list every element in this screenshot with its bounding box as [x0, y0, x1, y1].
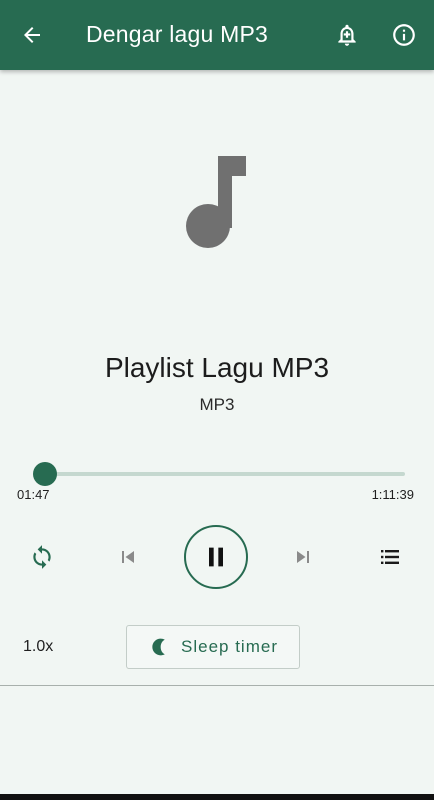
track-subtitle: MP3	[199, 395, 235, 414]
page-title: Dengar lagu MP3	[86, 21, 268, 47]
sleep-timer-button[interactable]: Sleep timer	[126, 625, 300, 669]
info-button[interactable]	[384, 15, 424, 55]
seek-track	[36, 472, 405, 476]
pause-button[interactable]	[184, 525, 248, 589]
previous-button[interactable]	[112, 541, 144, 573]
playlist-button[interactable]	[372, 539, 408, 575]
seek-bar[interactable]	[33, 462, 405, 486]
sleep-timer-label: Sleep timer	[181, 637, 278, 656]
bell-add-icon	[338, 24, 356, 46]
playback-speed-button[interactable]: 1.0x	[23, 638, 53, 656]
system-nav-edge	[0, 794, 434, 800]
next-button[interactable]	[287, 541, 319, 573]
total-time: 1:11:39	[371, 487, 414, 502]
back-button[interactable]	[12, 15, 52, 55]
current-time: 01:47	[17, 487, 50, 502]
pause-icon	[209, 547, 223, 567]
toolbar: Dengar lagu MP3	[0, 0, 434, 70]
set-ringtone-button[interactable]	[327, 15, 367, 55]
playlist-icon	[381, 550, 399, 564]
repeat-button[interactable]	[24, 539, 60, 575]
back-arrow-icon	[24, 27, 40, 43]
skip-next-icon	[297, 551, 309, 563]
seek-thumb[interactable]	[33, 462, 58, 486]
divider	[0, 685, 434, 686]
music-note-icon	[186, 156, 246, 248]
track-title: Playlist Lagu MP3	[104, 352, 330, 383]
info-icon	[393, 24, 415, 46]
moon-icon	[149, 637, 169, 657]
skip-previous-icon	[122, 551, 134, 563]
player-screen: Dengar lagu MP3 Playlist Lagu MP3 MP3 01…	[0, 0, 434, 800]
repeat-icon	[33, 545, 51, 569]
